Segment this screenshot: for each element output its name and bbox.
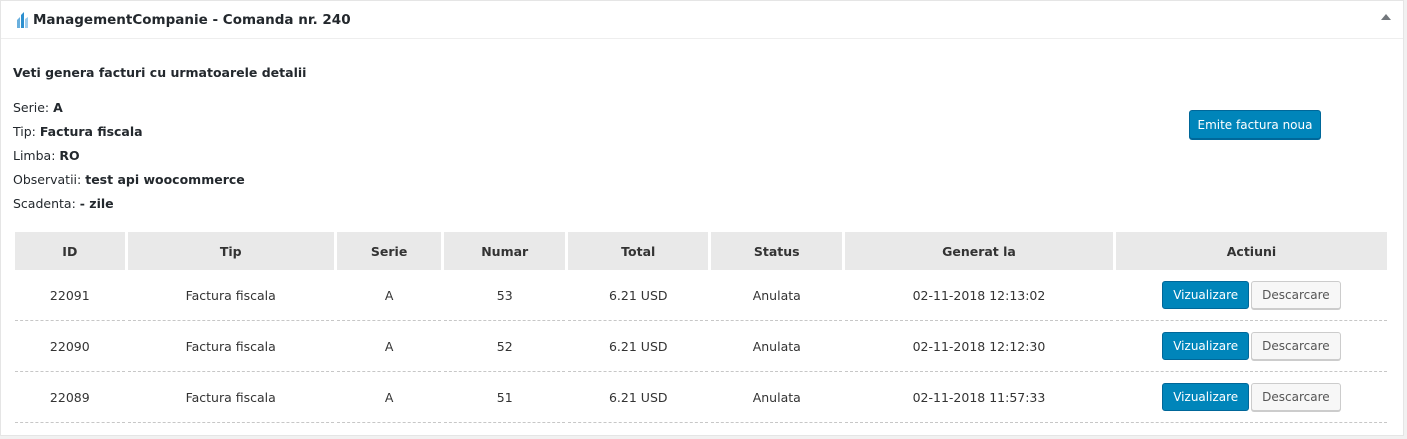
view-button[interactable]: Vizualizare [1162, 383, 1250, 411]
detail-limba: Limba: RO [13, 148, 80, 163]
cell-serie: A [336, 372, 442, 423]
download-button[interactable]: Descarcare [1251, 383, 1341, 411]
download-button[interactable]: Descarcare [1251, 281, 1341, 309]
cell-status: Anulata [711, 270, 843, 321]
cell-id: 22089 [15, 372, 125, 423]
emit-new-invoice-button[interactable]: Emite factura noua [1189, 110, 1321, 139]
cell-serie: A [336, 270, 442, 321]
intro-text: Veti genera facturi cu urmatoarele detal… [13, 65, 307, 80]
table-row: 22090 Factura fiscala A 52 6.21 USD Anul… [15, 321, 1387, 372]
cell-serie: A [336, 321, 442, 372]
table-header-row: ID Tip Serie Numar Total Status Generat … [15, 232, 1387, 270]
cell-numar: 51 [444, 372, 566, 423]
collapse-toggle-icon[interactable] [1381, 14, 1391, 20]
cell-total: 6.21 USD [568, 321, 709, 372]
column-header-id: ID [15, 232, 125, 270]
building-icon [17, 11, 28, 28]
detail-scadenta: Scadenta: - zile [13, 196, 114, 211]
view-button[interactable]: Vizualizare [1162, 281, 1250, 309]
invoice-details: Serie: A Tip: Factura fiscala Limba: RO … [13, 99, 245, 219]
postbox-header[interactable]: ManagementCompanie - Comanda nr. 240 [1, 1, 1403, 39]
download-button[interactable]: Descarcare [1251, 332, 1341, 360]
cell-tip: Factura fiscala [127, 321, 334, 372]
cell-tip: Factura fiscala [127, 270, 334, 321]
cell-total: 6.21 USD [568, 372, 709, 423]
table-row: 22089 Factura fiscala A 51 6.21 USD Anul… [15, 372, 1387, 423]
detail-tip: Tip: Factura fiscala [13, 124, 143, 139]
cell-total: 6.21 USD [568, 270, 709, 321]
invoices-table: ID Tip Serie Numar Total Status Generat … [12, 232, 1390, 423]
view-button[interactable]: Vizualizare [1162, 332, 1250, 360]
cell-numar: 52 [444, 321, 566, 372]
detail-observatii: Observatii: test api woocommerce [13, 172, 245, 187]
detail-serie: Serie: A [13, 100, 63, 115]
column-header-tip: Tip [127, 232, 334, 270]
cell-generat: 02-11-2018 12:12:30 [845, 321, 1113, 372]
column-header-serie: Serie [336, 232, 442, 270]
cell-actions: Vizualizare Descarcare [1115, 270, 1387, 321]
column-header-numar: Numar [444, 232, 566, 270]
column-header-status: Status [711, 232, 843, 270]
cell-actions: Vizualizare Descarcare [1115, 321, 1387, 372]
cell-numar: 53 [444, 270, 566, 321]
cell-generat: 02-11-2018 12:13:02 [845, 270, 1113, 321]
table-row: 22091 Factura fiscala A 53 6.21 USD Anul… [15, 270, 1387, 321]
column-header-total: Total [568, 232, 709, 270]
invoice-postbox: ManagementCompanie - Comanda nr. 240 Vet… [0, 0, 1404, 436]
postbox-title: ManagementCompanie - Comanda nr. 240 [33, 11, 351, 28]
cell-actions: Vizualizare Descarcare [1115, 372, 1387, 423]
cell-id: 22090 [15, 321, 125, 372]
column-header-actiuni: Actiuni [1115, 232, 1387, 270]
cell-generat: 02-11-2018 11:57:33 [845, 372, 1113, 423]
cell-status: Anulata [711, 321, 843, 372]
cell-tip: Factura fiscala [127, 372, 334, 423]
cell-status: Anulata [711, 372, 843, 423]
cell-id: 22091 [15, 270, 125, 321]
column-header-generat: Generat la [845, 232, 1113, 270]
